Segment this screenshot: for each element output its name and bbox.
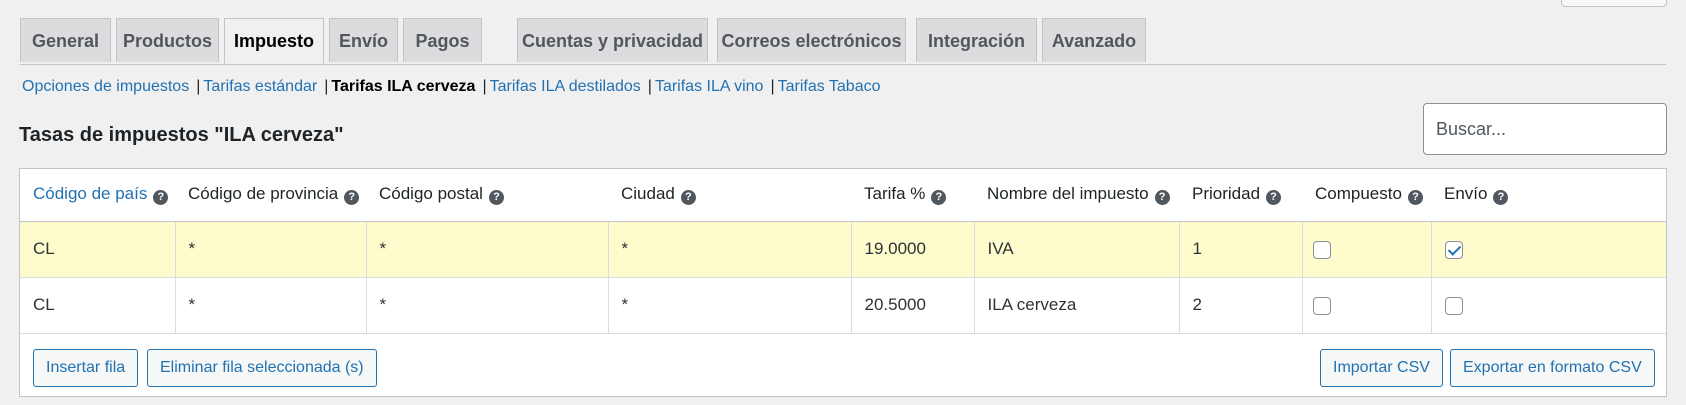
column-header-label: Prioridad <box>1192 184 1261 204</box>
table-header-row: Código de país? Código de provincia? Cód… <box>20 169 1666 222</box>
column-header-label: Tarifa % <box>864 184 926 204</box>
help-icon[interactable]: ? <box>344 190 360 206</box>
country-cell[interactable]: CL <box>20 277 176 334</box>
shipping-checkbox[interactable] <box>1444 296 1463 315</box>
column-header-country[interactable]: Código de país? <box>20 169 175 222</box>
column-header-label: Código de provincia <box>188 184 339 204</box>
table-row[interactable]: CL * * * 20.5000 ILA cerveza 2 <box>20 277 1666 334</box>
column-header-compound: Compuesto? <box>1302 169 1431 222</box>
postcode-cell[interactable]: * <box>366 221 609 278</box>
help-icon[interactable]: ? <box>680 190 696 206</box>
compound-cell <box>1302 221 1432 278</box>
subnav-separator: | <box>324 78 329 95</box>
import-csv-button[interactable]: Importar CSV <box>1320 349 1443 387</box>
search-input[interactable] <box>1423 103 1667 155</box>
help-icon[interactable]: ? <box>1154 190 1170 206</box>
column-header-label: Envío <box>1444 184 1488 204</box>
subnav-tarifas-ila-destilados[interactable]: Tarifas ILA destilados <box>490 78 641 95</box>
country-cell[interactable]: CL <box>20 221 176 278</box>
tax-name-cell[interactable]: IVA <box>974 221 1180 278</box>
rate-cell[interactable]: 20.5000 <box>851 277 975 334</box>
tax-section-links: Opciones de impuestos | Tarifas estándar | T… <box>22 78 880 96</box>
column-header-state: Código de provincia? <box>175 169 366 222</box>
state-cell[interactable]: * <box>175 221 367 278</box>
city-cell[interactable]: * <box>608 277 852 334</box>
column-header-label: Nombre del impuesto <box>987 184 1149 204</box>
subnav-separator: | <box>196 78 201 95</box>
settings-tabs: General Productos Impuesto Envío Pagos C… <box>20 18 1666 65</box>
help-icon[interactable]: ? <box>1493 190 1509 206</box>
compound-checkbox[interactable] <box>1312 240 1331 259</box>
tax-name-cell[interactable]: ILA cerveza <box>974 277 1180 334</box>
shipping-cell <box>1431 221 1666 278</box>
subnav-tarifas-tabaco[interactable]: Tarifas Tabaco <box>778 78 881 95</box>
tab-integracion[interactable]: Integración <box>916 18 1037 62</box>
tab-pagos[interactable]: Pagos <box>403 18 482 62</box>
column-header-label: Compuesto <box>1315 184 1402 204</box>
tab-avanzado[interactable]: Avanzado <box>1042 18 1146 62</box>
priority-cell[interactable]: 2 <box>1179 277 1303 334</box>
tab-impuesto[interactable]: Impuesto <box>224 18 324 64</box>
subnav-separator: | <box>482 78 487 95</box>
state-cell[interactable]: * <box>175 277 367 334</box>
tab-general[interactable]: General <box>20 18 111 62</box>
compound-cell <box>1302 277 1432 334</box>
column-header-city: Ciudad? <box>608 169 851 222</box>
remove-selected-rows-button[interactable]: Eliminar fila seleccionada (s) <box>147 349 377 387</box>
column-header-label: Ciudad <box>621 184 675 204</box>
help-icon[interactable]: ? <box>488 190 504 206</box>
shipping-checkbox[interactable] <box>1444 240 1463 259</box>
subnav-separator: | <box>770 78 775 95</box>
column-header-tax-name: Nombre del impuesto? <box>974 169 1179 222</box>
subnav-tarifas-ila-cerveza: Tarifas ILA cerveza <box>331 78 476 95</box>
city-cell[interactable]: * <box>608 221 852 278</box>
page-title: Tasas de impuestos "ILA cerveza" <box>19 124 344 146</box>
column-header-label: Código postal <box>379 184 483 204</box>
help-icon[interactable]: ? <box>153 190 169 206</box>
export-csv-button[interactable]: Exportar en formato CSV <box>1450 349 1655 387</box>
subnav-opciones-impuestos[interactable]: Opciones de impuestos <box>22 78 189 95</box>
top-right-button-edge[interactable] <box>1561 0 1667 7</box>
tab-envio[interactable]: Envío <box>329 18 398 62</box>
tab-correos-electronicos[interactable]: Correos electrónicos <box>717 18 906 62</box>
help-icon[interactable]: ? <box>1407 190 1423 206</box>
subnav-tarifas-ila-vino[interactable]: Tarifas ILA vino <box>655 78 764 95</box>
insert-row-button[interactable]: Insertar fila <box>33 349 139 387</box>
priority-cell[interactable]: 1 <box>1179 221 1303 278</box>
column-header-shipping: Envío? <box>1431 169 1666 222</box>
tax-rates-table: Código de país? Código de provincia? Cód… <box>19 168 1667 397</box>
subnav-separator: | <box>647 78 652 95</box>
subnav-tarifas-estandar[interactable]: Tarifas estándar <box>203 78 317 95</box>
column-header-postcode: Código postal? <box>366 169 608 222</box>
postcode-cell[interactable]: * <box>366 277 609 334</box>
column-header-rate: Tarifa %? <box>851 169 974 222</box>
help-icon[interactable]: ? <box>1266 190 1282 206</box>
column-header-label: Código de país <box>33 184 148 204</box>
shipping-cell <box>1431 277 1666 334</box>
table-row[interactable]: CL * * * 19.0000 IVA 1 <box>20 221 1666 278</box>
help-icon[interactable]: ? <box>931 190 947 206</box>
compound-checkbox[interactable] <box>1312 296 1331 315</box>
tab-cuentas-privacidad[interactable]: Cuentas y privacidad <box>517 18 708 62</box>
column-header-priority: Prioridad? <box>1179 169 1302 222</box>
tab-productos[interactable]: Productos <box>116 18 219 62</box>
rate-cell[interactable]: 19.0000 <box>851 221 975 278</box>
